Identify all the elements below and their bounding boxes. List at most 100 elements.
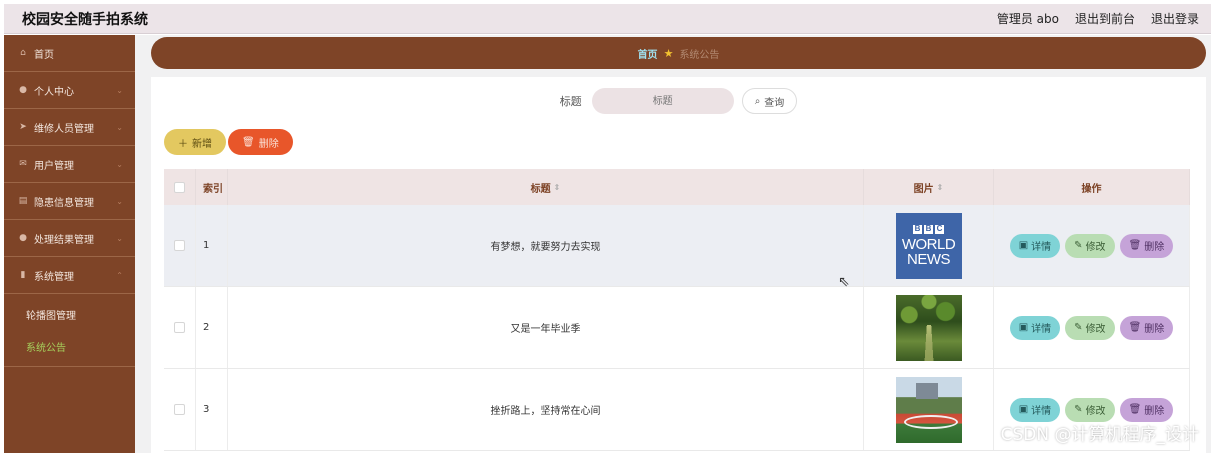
delete-button-label: 删除 (258, 138, 279, 150)
search-label: 标题 (559, 95, 582, 108)
bbc-logo: B B C (913, 224, 944, 234)
detail-button[interactable]: ▣ 详情 (1009, 315, 1061, 340)
chevron-down-icon: ⌄ (116, 233, 123, 243)
title-search-input[interactable] (591, 88, 734, 114)
edit-button[interactable]: ✎ 修改 (1065, 233, 1115, 258)
row-checkbox-cell (164, 287, 196, 368)
header-title[interactable]: 标题 ⇕ (228, 169, 864, 205)
document-icon: ▤ (18, 196, 28, 206)
header-image[interactable]: 图片 ⇕ (864, 169, 994, 205)
sidebar-item-label: 系统管理 (34, 271, 74, 283)
top-bar: 校园安全随手拍系统 管理员 abo 退出到前台 退出登录 (4, 4, 1211, 34)
row-title: 又是一年毕业季 (228, 287, 864, 368)
search-icon: ⌕ (754, 95, 761, 107)
sidebar-item-system[interactable]: ▮ 系统管理 ⌃ (4, 257, 135, 294)
row-ops: ▣ 详情 ✎ 修改 🗑 删除 (994, 205, 1190, 286)
sidebar-item-results[interactable]: ● 处理结果管理 ⌄ (4, 220, 135, 257)
sidebar-subitem-announcements[interactable]: 系统公告 (4, 330, 135, 362)
sidebar-item-hazard-info[interactable]: ▤ 隐患信息管理 ⌄ (4, 183, 135, 220)
chevron-down-icon: ⌄ (116, 159, 123, 169)
header-ops: 操作 (994, 169, 1190, 205)
trash-icon: 🗑 (1128, 404, 1142, 415)
trash-icon: 🗑 (1128, 322, 1142, 333)
forest-path-thumbnail[interactable] (895, 294, 962, 361)
row-checkbox[interactable] (174, 404, 185, 415)
detail-button[interactable]: ▣ 详情 (1009, 397, 1061, 422)
row-title: 有梦想，就要努力去实现 (228, 205, 864, 286)
top-right-links: 管理员 abo 退出到前台 退出登录 (997, 10, 1199, 27)
sidebar-item-label: 维修人员管理 (34, 123, 94, 135)
sidebar: ⌂ 首页 ● 个人中心 ⌄ ➤ 维修人员管理 ⌄ ✉ 用户管理 ⌄ ▤ 隐患信息… (4, 35, 135, 453)
sidebar-item-users[interactable]: ✉ 用户管理 ⌄ (4, 146, 135, 183)
sidebar-subitem-carousel[interactable]: 轮播图管理 (4, 298, 135, 330)
sidebar-item-repair-staff[interactable]: ➤ 维修人员管理 ⌄ (4, 109, 135, 146)
row-title: 挫折路上，坚持常在心间 (228, 369, 864, 450)
chart-icon: ▮ (20, 270, 26, 280)
row-checkbox[interactable] (174, 240, 185, 251)
edit-button[interactable]: ✎ 修改 (1065, 315, 1115, 340)
row-ops: ▣ 详情 ✎ 修改 🗑 删除 (994, 287, 1190, 368)
chevron-up-icon: ⌃ (116, 270, 123, 280)
chevron-down-icon: ⌄ (116, 85, 123, 95)
row-image-cell: B B C WORLD NEWS (864, 205, 994, 286)
sidebar-item-label: 首页 (34, 49, 54, 61)
detail-icon: ▣ (1018, 240, 1029, 251)
announcement-table: 索引 标题 ⇕ 图片 ⇕ 操作 1 有梦想，就要努力去实现 B B C WORL… (164, 169, 1190, 451)
select-all-checkbox[interactable] (174, 181, 185, 193)
breadcrumb-home[interactable]: 首页 (638, 46, 658, 61)
app-title: 校园安全随手拍系统 (22, 11, 148, 28)
row-index: 3 (196, 369, 228, 450)
content-panel: 标题 ⌕ 查询 ＋ 新增 🗑 删除 索引 标题 ⇕ (151, 77, 1206, 453)
watermark: CSDN @计算机程序_设计 (1000, 425, 1199, 445)
row-image-cell (864, 369, 994, 450)
sidebar-item-personal-center[interactable]: ● 个人中心 ⌄ (4, 72, 135, 109)
header-index: 索引 (196, 169, 228, 205)
logout-link[interactable]: 退出登录 (1151, 10, 1199, 27)
admin-label: 管理员 abo (996, 12, 1059, 26)
detail-button[interactable]: ▣ 详情 (1009, 233, 1061, 258)
chevron-down-icon: ⌄ (116, 122, 123, 132)
sort-icon: ⇕ (936, 182, 944, 192)
campus-track-thumbnail[interactable] (895, 376, 962, 443)
row-index: 2 (196, 287, 228, 368)
pencil-icon: ✎ (1074, 322, 1083, 333)
detail-icon: ▣ (1018, 404, 1029, 415)
breadcrumb-current: 系统公告 (679, 49, 720, 61)
delete-button[interactable]: 🗑 删除 (1119, 315, 1174, 340)
table-header: 索引 标题 ⇕ 图片 ⇕ 操作 (164, 169, 1190, 205)
delete-button[interactable]: 🗑 删除 (1119, 233, 1174, 258)
delete-button[interactable]: 🗑 删除 (1119, 397, 1174, 422)
chevron-down-icon: ⌄ (116, 196, 123, 206)
star-icon: ★ (663, 46, 674, 60)
edit-button[interactable]: ✎ 修改 (1065, 397, 1115, 422)
query-button-label: 查询 (764, 97, 785, 109)
add-button-label: 新增 (192, 138, 212, 150)
mouse-cursor-icon: ⇖ (838, 274, 850, 290)
bbc-line-1: WORLD (901, 235, 956, 253)
sidebar-item-label: 处理结果管理 (34, 234, 94, 246)
header-checkbox-cell (164, 169, 196, 205)
row-checkbox[interactable] (174, 322, 185, 333)
user-icon: ● (19, 233, 27, 243)
pencil-icon: ✎ (1074, 404, 1083, 415)
row-checkbox-cell (164, 205, 196, 286)
header-title-label: 标题 (530, 183, 551, 195)
front-link[interactable]: 退出到前台 (1075, 10, 1135, 27)
search-row: 标题 ⌕ 查询 (151, 88, 1206, 114)
detail-icon: ▣ (1018, 322, 1029, 333)
breadcrumb: 首页 ★ 系统公告 (151, 37, 1206, 69)
user-icon: ● (19, 85, 27, 95)
main-area: 首页 ★ 系统公告 标题 ⌕ 查询 ＋ 新增 🗑 删除 索引 (135, 35, 1211, 453)
mail-icon: ✉ (19, 159, 27, 169)
header-image-label: 图片 (913, 183, 934, 195)
bbc-world-news-thumbnail[interactable]: B B C WORLD NEWS (895, 212, 962, 279)
plus-icon: ＋ (178, 138, 188, 150)
batch-delete-button[interactable]: 🗑 删除 (228, 129, 293, 155)
row-image-cell (864, 287, 994, 368)
query-button[interactable]: ⌕ 查询 (741, 88, 798, 114)
pencil-icon: ✎ (1074, 240, 1083, 251)
sidebar-item-home[interactable]: ⌂ 首页 (4, 35, 135, 72)
sidebar-item-label: 用户管理 (34, 160, 74, 172)
sidebar-item-label: 个人中心 (34, 86, 74, 98)
add-button[interactable]: ＋ 新增 (164, 129, 226, 155)
